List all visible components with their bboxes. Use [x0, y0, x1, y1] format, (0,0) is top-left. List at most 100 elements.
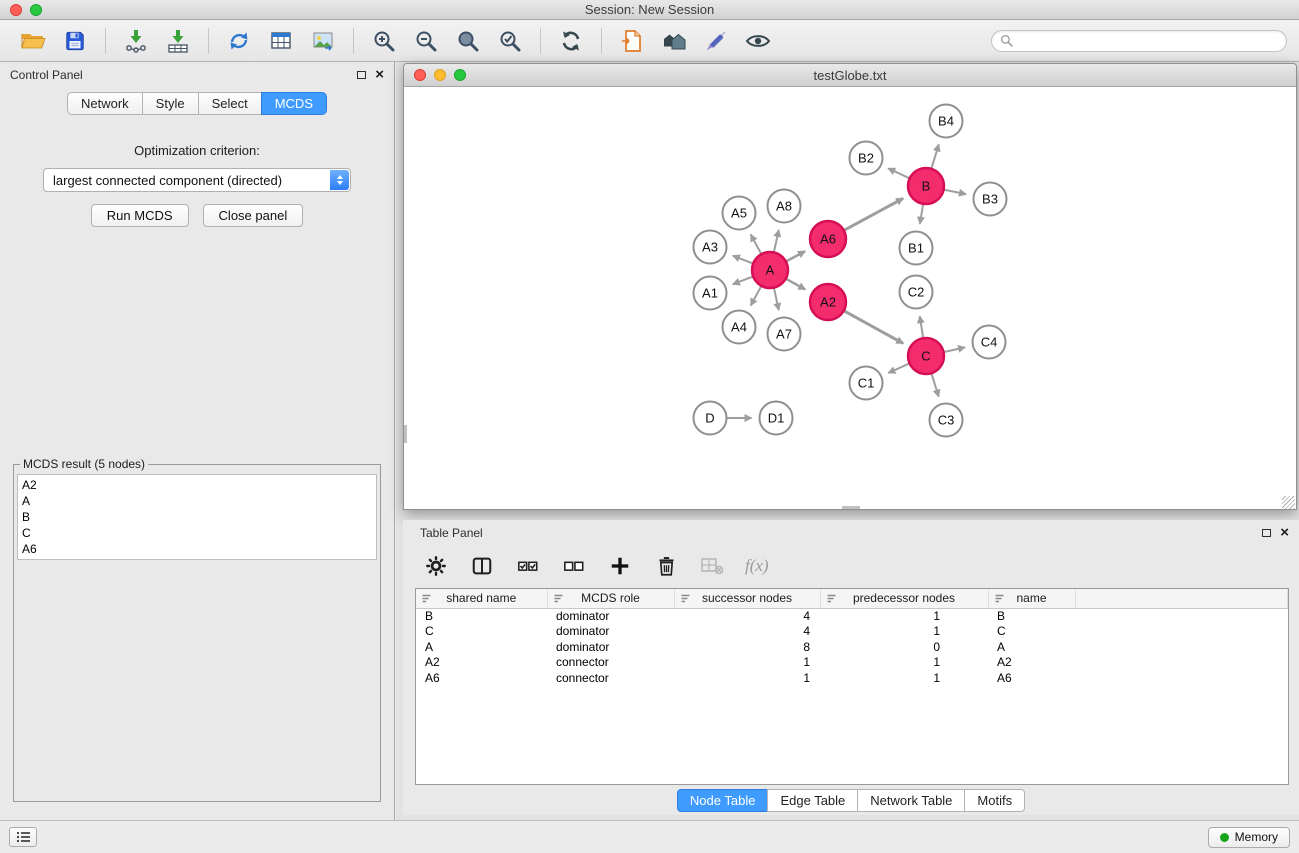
task-history-button[interactable] — [9, 827, 37, 847]
search-box[interactable] — [991, 30, 1287, 52]
zoom-selected-button[interactable] — [494, 25, 526, 57]
graph-node-A[interactable]: A — [752, 252, 788, 288]
graph-node-A6[interactable]: A6 — [810, 221, 846, 257]
tab-network[interactable]: Network — [67, 92, 143, 115]
new-network-button[interactable] — [223, 25, 255, 57]
mcds-result-item[interactable]: A2 — [22, 477, 372, 493]
edge-A-A8[interactable] — [774, 230, 779, 252]
mcds-result-item[interactable]: A — [22, 493, 372, 509]
edge-C-C3[interactable] — [931, 373, 938, 396]
graph-node-A3[interactable]: A3 — [694, 231, 727, 264]
criterion-dropdown[interactable]: largest connected component (directed) — [43, 168, 351, 192]
edge-C-C2[interactable] — [920, 316, 923, 338]
graph-node-C3[interactable]: C3 — [930, 404, 963, 437]
run-mcds-button[interactable]: Run MCDS — [91, 204, 189, 227]
edge-C-C1[interactable] — [888, 363, 909, 373]
annotations-button[interactable] — [700, 25, 732, 57]
column-header-shared-name[interactable]: shared name — [416, 589, 547, 608]
edge-A-A7[interactable] — [774, 288, 779, 310]
new-table-button[interactable] — [265, 25, 297, 57]
open-session-button[interactable] — [17, 25, 49, 57]
mcds-result-item[interactable]: B — [22, 509, 372, 525]
table-row[interactable]: A2connector11A2 — [416, 655, 1288, 671]
float-table-panel-icon[interactable] — [1262, 529, 1271, 537]
show-hide-button[interactable] — [742, 25, 774, 57]
table-row[interactable]: Cdominator41C — [416, 624, 1288, 640]
edge-A-A3[interactable] — [733, 256, 753, 264]
edge-A-A4[interactable] — [751, 286, 762, 306]
graph-node-D[interactable]: D — [694, 402, 727, 435]
edge-B-B3[interactable] — [944, 190, 966, 195]
import-table-button[interactable] — [162, 25, 194, 57]
graph-node-B3[interactable]: B3 — [974, 183, 1007, 216]
zoom-network-window-button[interactable] — [454, 69, 466, 81]
tab-mcds[interactable]: MCDS — [261, 92, 327, 115]
column-select-button[interactable] — [469, 553, 495, 579]
graph-node-C4[interactable]: C4 — [973, 326, 1006, 359]
resize-grip[interactable] — [1282, 496, 1295, 509]
graph-node-A7[interactable]: A7 — [768, 318, 801, 351]
select-all-button[interactable] — [515, 553, 541, 579]
edge-A-A1[interactable] — [733, 276, 753, 284]
graph-node-A5[interactable]: A5 — [723, 197, 756, 230]
zoom-in-button[interactable] — [368, 25, 400, 57]
import-network-button[interactable] — [120, 25, 152, 57]
horizontal-scroll-indicator[interactable] — [842, 506, 860, 509]
export-image-button[interactable] — [307, 25, 339, 57]
edge-A2-C[interactable] — [844, 311, 903, 344]
edge-A6-B[interactable] — [844, 198, 903, 230]
zoom-out-button[interactable] — [410, 25, 442, 57]
memory-button[interactable]: Memory — [1208, 827, 1290, 848]
close-table-panel-icon[interactable]: × — [1280, 528, 1289, 538]
delete-row-button[interactable] — [653, 553, 679, 579]
graph-node-C1[interactable]: C1 — [850, 367, 883, 400]
function-builder-button[interactable]: f(x) — [745, 556, 769, 576]
graph-node-B4[interactable]: B4 — [930, 105, 963, 138]
edge-B-B1[interactable] — [920, 204, 923, 224]
home-button[interactable] — [658, 25, 690, 57]
table-row[interactable]: Adominator80A — [416, 640, 1288, 656]
vertical-scroll-indicator[interactable] — [404, 425, 407, 443]
tab-node-table[interactable]: Node Table — [677, 789, 769, 812]
close-panel-icon[interactable]: × — [375, 70, 384, 80]
graph-node-A1[interactable]: A1 — [694, 277, 727, 310]
graph-node-B2[interactable]: B2 — [850, 142, 883, 175]
edge-A-A2[interactable] — [786, 279, 805, 290]
graph-node-A4[interactable]: A4 — [723, 311, 756, 344]
graph-node-A2[interactable]: A2 — [810, 284, 846, 320]
command-panel-button[interactable] — [616, 25, 648, 57]
tab-select[interactable]: Select — [198, 92, 262, 115]
table-settings-button[interactable] — [423, 553, 449, 579]
mcds-result-item[interactable]: A6 — [22, 541, 372, 557]
zoom-fit-button[interactable] — [452, 25, 484, 57]
column-header-MCDS-role[interactable]: MCDS role — [547, 589, 674, 608]
column-header-successor-nodes[interactable]: successor nodes — [674, 589, 820, 608]
edge-A-A5[interactable] — [751, 235, 762, 255]
graph-node-C2[interactable]: C2 — [900, 276, 933, 309]
close-panel-button[interactable]: Close panel — [203, 204, 304, 227]
edge-B-B2[interactable] — [888, 168, 909, 178]
edge-C-C4[interactable] — [944, 347, 966, 352]
graph-node-D1[interactable]: D1 — [760, 402, 793, 435]
graph-node-C[interactable]: C — [908, 338, 944, 374]
search-input[interactable] — [1018, 34, 1278, 48]
mcds-result-item[interactable]: C — [22, 525, 372, 541]
network-canvas[interactable]: B4 B2 B B3 A5 A8 A6 B1 A3 A A1 C2 A2 A4 A7 C4 C C1 C3 D D1 — [404, 87, 1296, 509]
column-header-name[interactable]: name — [988, 589, 1075, 608]
unselect-all-button[interactable] — [561, 553, 587, 579]
graph-node-A8[interactable]: A8 — [768, 190, 801, 223]
apply-layout-button[interactable] — [555, 25, 587, 57]
minimize-network-window-button[interactable] — [434, 69, 446, 81]
graph-node-B1[interactable]: B1 — [900, 232, 933, 265]
close-window-button[interactable] — [10, 4, 22, 16]
zoom-window-button[interactable] — [30, 4, 42, 16]
graph-node-B[interactable]: B — [908, 168, 944, 204]
edge-B-B4[interactable] — [931, 144, 939, 168]
network-canvas-container[interactable]: B4 B2 B B3 A5 A8 A6 B1 A3 A A1 C2 A2 A4 A7 C4 C C1 C3 D D1 — [404, 87, 1296, 509]
table-row[interactable]: A6connector11A6 — [416, 671, 1288, 687]
tab-network-table[interactable]: Network Table — [857, 789, 965, 812]
close-network-window-button[interactable] — [414, 69, 426, 81]
add-row-button[interactable] — [607, 553, 633, 579]
edge-A-A6[interactable] — [786, 251, 805, 261]
column-header-predecessor-nodes[interactable]: predecessor nodes — [820, 589, 988, 608]
